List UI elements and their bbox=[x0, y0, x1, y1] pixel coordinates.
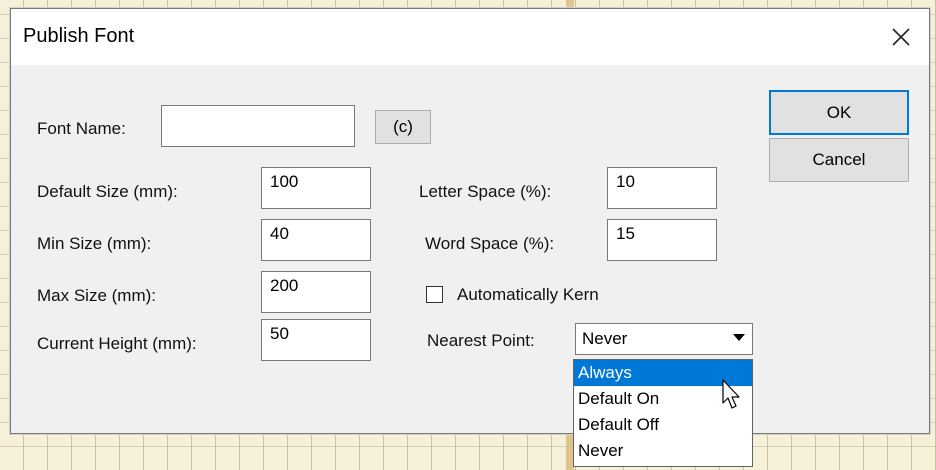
title-bar: Publish Font bbox=[11, 9, 929, 65]
default-size-input[interactable]: 100 bbox=[261, 167, 371, 209]
letter-space-label: Letter Space (%): bbox=[419, 182, 552, 201]
max-size-input[interactable]: 200 bbox=[261, 271, 371, 313]
font-name-input[interactable] bbox=[161, 105, 355, 147]
nearest-point-value: Never bbox=[582, 329, 628, 348]
min-size-input[interactable]: 40 bbox=[261, 219, 371, 261]
max-size-label: Max Size (mm): bbox=[37, 286, 156, 305]
publish-font-dialog: Publish Font Font Name: (c) Default Size… bbox=[10, 8, 930, 467]
mouse-pointer-icon bbox=[721, 379, 743, 416]
chevron-down-icon[interactable] bbox=[729, 327, 749, 349]
cancel-button[interactable]: Cancel bbox=[769, 138, 909, 182]
option-never[interactable]: Never bbox=[574, 438, 752, 464]
nearest-point-select[interactable]: Never bbox=[575, 323, 753, 355]
ok-button[interactable]: OK bbox=[769, 90, 909, 135]
word-space-input[interactable]: 15 bbox=[607, 219, 717, 261]
auto-kern-label: Automatically Kern bbox=[457, 285, 599, 304]
current-height-label: Current Height (mm): bbox=[37, 334, 197, 353]
letter-space-input[interactable]: 10 bbox=[607, 167, 717, 209]
default-size-label: Default Size (mm): bbox=[37, 182, 178, 201]
word-space-label: Word Space (%): bbox=[425, 234, 555, 253]
current-height-input[interactable]: 50 bbox=[261, 319, 371, 361]
min-size-label: Min Size (mm): bbox=[37, 234, 152, 253]
copyright-button[interactable]: (c) bbox=[375, 110, 431, 144]
nearest-point-label: Nearest Point: bbox=[427, 331, 535, 350]
close-icon[interactable] bbox=[883, 19, 919, 55]
auto-kern-checkbox[interactable] bbox=[426, 286, 443, 303]
dialog-title: Publish Font bbox=[23, 25, 135, 47]
font-name-label: Font Name: bbox=[37, 119, 126, 138]
